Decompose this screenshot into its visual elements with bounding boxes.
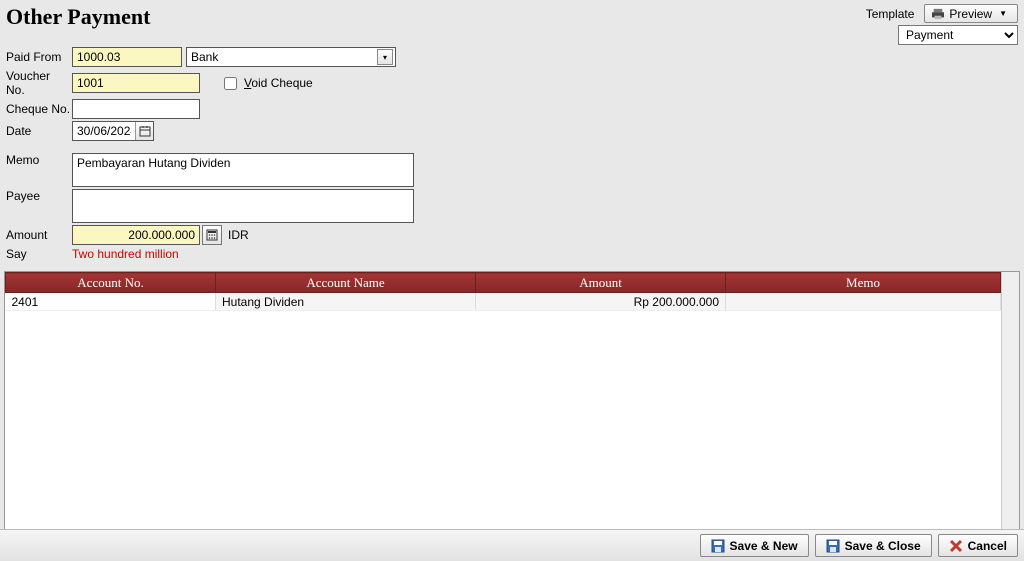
voucher-label: Voucher No. <box>6 69 72 97</box>
col-memo[interactable]: Memo <box>726 273 1001 293</box>
cancel-label: Cancel <box>968 539 1007 553</box>
cell-amount[interactable]: Rp 200.000.000 <box>476 293 726 311</box>
chevron-down-icon: ▼ <box>999 9 1007 18</box>
voucher-input[interactable] <box>72 73 200 93</box>
payee-label: Payee <box>6 189 72 203</box>
cell-account-name[interactable]: Hutang Dividen <box>216 293 476 311</box>
amount-input[interactable] <box>72 225 200 245</box>
save-close-label: Save & Close <box>845 539 921 553</box>
save-new-label: Save & New <box>730 539 798 553</box>
cheque-label: Cheque No. <box>6 102 72 116</box>
paid-from-code-input[interactable] <box>72 47 182 67</box>
currency-label: IDR <box>228 228 249 242</box>
save-close-button[interactable]: Save & Close <box>815 534 932 557</box>
date-picker-button[interactable] <box>135 122 153 140</box>
grid-scrollbar[interactable] <box>1001 272 1019 538</box>
bank-select-value: Bank <box>191 50 218 64</box>
page-title: Other Payment <box>6 4 150 30</box>
date-input[interactable] <box>73 122 135 140</box>
memo-label: Memo <box>6 153 72 167</box>
say-label: Say <box>6 247 72 261</box>
printer-icon <box>931 8 945 20</box>
bank-select[interactable]: Bank ▾ <box>186 47 396 67</box>
grid-header-row: Account No. Account Name Amount Memo <box>6 273 1001 293</box>
save-icon <box>826 539 840 553</box>
calculator-icon <box>206 229 218 241</box>
paid-from-label: Paid From <box>6 50 72 64</box>
col-account-name[interactable]: Account Name <box>216 273 476 293</box>
amount-label: Amount <box>6 228 72 242</box>
chevron-down-icon: ▾ <box>377 49 393 65</box>
save-icon <box>711 539 725 553</box>
save-new-button[interactable]: Save & New <box>700 534 809 557</box>
payee-input[interactable] <box>72 189 414 223</box>
detail-grid[interactable]: Account No. Account Name Amount Memo 240… <box>4 271 1020 539</box>
calendar-icon <box>139 125 151 137</box>
say-value: Two hundred million <box>72 247 179 261</box>
void-cheque-label: Void Cheque <box>244 76 313 90</box>
cell-account-no[interactable]: 2401 <box>6 293 216 311</box>
void-cheque-checkbox[interactable] <box>224 77 237 90</box>
col-account-no[interactable]: Account No. <box>6 273 216 293</box>
cancel-icon <box>949 539 963 553</box>
preview-button[interactable]: Preview ▼ <box>924 4 1018 23</box>
template-select[interactable]: Payment <box>898 25 1018 45</box>
date-label: Date <box>6 124 72 138</box>
cell-memo[interactable] <box>726 293 1001 311</box>
calculator-button[interactable] <box>202 225 222 245</box>
cheque-input[interactable] <box>72 99 200 119</box>
preview-label: Preview <box>949 7 992 21</box>
memo-input[interactable] <box>72 153 414 187</box>
template-label: Template <box>866 7 915 21</box>
table-row[interactable]: 2401 Hutang Dividen Rp 200.000.000 <box>6 293 1001 311</box>
cancel-button[interactable]: Cancel <box>938 534 1018 557</box>
col-amount[interactable]: Amount <box>476 273 726 293</box>
